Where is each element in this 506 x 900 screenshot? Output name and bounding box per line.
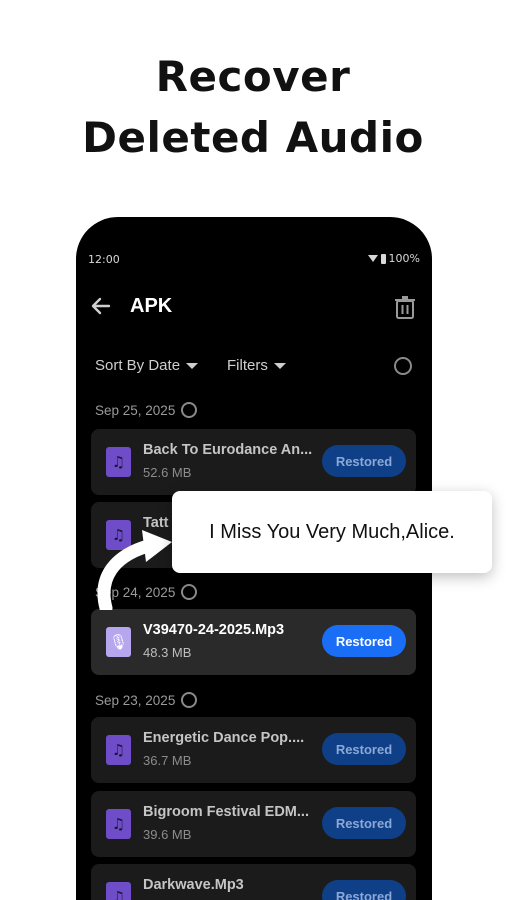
music-note-icon: ♫ <box>106 447 131 477</box>
file-size: 39.6 MB <box>143 827 192 842</box>
group-select-checkbox[interactable] <box>181 692 198 708</box>
headline-line-2: Deleted Audio <box>82 113 424 162</box>
curved-arrow-icon <box>97 530 172 610</box>
restored-button[interactable]: Restored <box>322 445 406 477</box>
file-name: V39470-24-2025.Mp3 <box>143 622 285 638</box>
chevron-down-icon <box>273 362 286 369</box>
file-card[interactable]: ♫ Bigroom Festival EDM... 39.6 MB Restor… <box>91 791 416 857</box>
date-label: Sep 23, 2025 <box>95 692 176 708</box>
battery-icon <box>380 253 386 264</box>
file-card-selected[interactable]: 🎙 V39470-24-2025.Mp3 48.3 MB Restored <box>91 609 416 675</box>
callout-bubble: I Miss You Very Much,Alice. <box>172 491 492 573</box>
date-label: Sep 25, 2025 <box>95 402 176 418</box>
file-size: 52.6 MB <box>143 465 192 480</box>
filters-label: Filters <box>227 357 268 374</box>
file-name: Bigroom Festival EDM... <box>143 804 309 820</box>
file-card[interactable]: ♫ Back To Eurodance An... 52.6 MB Restor… <box>91 429 416 495</box>
chevron-down-icon <box>186 362 199 369</box>
screen-title: APK <box>130 295 173 317</box>
music-note-icon: ♫ <box>106 882 131 900</box>
headline-line-1: Recover <box>155 52 351 101</box>
date-group-header: Sep 25, 2025 <box>95 402 198 418</box>
select-all-checkbox[interactable] <box>394 357 412 375</box>
file-name: Darkwave.Mp3 <box>143 877 244 893</box>
group-select-checkbox[interactable] <box>181 402 198 418</box>
sort-dropdown[interactable]: Sort By Date <box>95 357 199 374</box>
group-select-checkbox[interactable] <box>181 584 198 600</box>
status-time: 12:00 <box>88 253 120 266</box>
file-size: 36.7 MB <box>143 753 192 768</box>
restored-button[interactable]: Restored <box>322 807 406 839</box>
music-note-icon: ♫ <box>106 735 131 765</box>
file-card[interactable]: ♫ Darkwave.Mp3 Restored <box>91 864 416 900</box>
back-arrow-icon[interactable] <box>90 295 112 317</box>
filters-dropdown[interactable]: Filters <box>227 357 286 374</box>
file-name: Energetic Dance Pop.... <box>143 730 305 746</box>
battery-level: 100% <box>388 252 420 265</box>
file-name: Back To Eurodance An... <box>143 442 313 458</box>
restored-button[interactable]: Restored <box>322 625 406 657</box>
music-note-icon: ♫ <box>106 809 131 839</box>
restored-button[interactable]: Restored <box>322 880 406 900</box>
status-icons: 100% <box>367 252 420 265</box>
trash-icon[interactable] <box>394 295 416 319</box>
file-size: 48.3 MB <box>143 645 192 660</box>
microphone-icon: 🎙 <box>106 627 131 657</box>
sort-label: Sort By Date <box>95 357 181 374</box>
restored-button[interactable]: Restored <box>322 733 406 765</box>
file-card[interactable]: ♫ Energetic Dance Pop.... 36.7 MB Restor… <box>91 717 416 783</box>
date-group-header: Sep 23, 2025 <box>95 692 198 708</box>
wifi-icon <box>367 255 378 262</box>
